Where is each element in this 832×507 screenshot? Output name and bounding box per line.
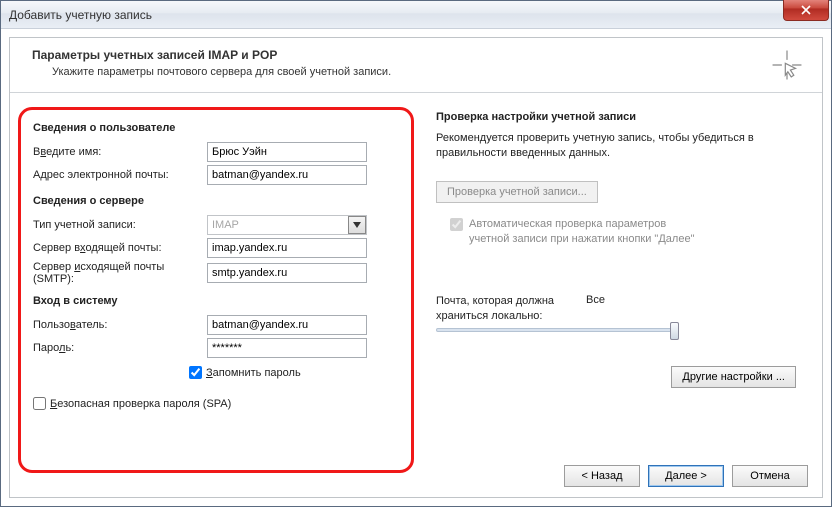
server-info-heading: Сведения о сервере xyxy=(33,195,399,207)
account-type-label: Тип учетной записи: xyxy=(33,219,207,231)
test-account-button[interactable]: Проверка учетной записи... xyxy=(436,181,598,203)
name-input[interactable] xyxy=(207,142,367,162)
next-button[interactable]: Далее > xyxy=(648,465,724,487)
back-button[interactable]: < Назад xyxy=(564,465,640,487)
username-input[interactable] xyxy=(207,315,367,335)
spa-label: Безопасная проверка пароля (SPA) xyxy=(50,398,231,410)
storage-value: Все xyxy=(586,294,605,324)
outgoing-server-label: Сервер исходящей почты (SMTP): xyxy=(33,261,207,285)
email-input[interactable] xyxy=(207,165,367,185)
highlighted-settings-panel: Сведения о пользователе Введите имя: Адр… xyxy=(18,107,414,473)
auto-test-label: Автоматическая проверка параметров учетн… xyxy=(469,217,709,247)
storage-label: Почта, которая должна храниться локально… xyxy=(436,294,586,324)
window-title: Добавить учетную запись xyxy=(9,8,152,22)
cursor-arrow-icon xyxy=(770,48,804,82)
close-icon xyxy=(801,5,811,15)
username-label: Пользователь: xyxy=(33,319,207,331)
password-input[interactable] xyxy=(207,338,367,358)
slider-thumb[interactable] xyxy=(670,322,679,340)
more-settings-button[interactable]: Другие настройки ... xyxy=(671,366,796,388)
dialog-window: Добавить учетную запись Параметры учетны… xyxy=(0,0,832,507)
right-panel: Проверка настройки учетной записи Рекоме… xyxy=(414,107,804,473)
spa-checkbox[interactable] xyxy=(33,397,46,410)
storage-slider[interactable] xyxy=(436,328,676,332)
account-type-select[interactable]: IMAP xyxy=(207,215,367,235)
email-label: Адрес электронной почты: xyxy=(33,169,207,181)
test-heading: Проверка настройки учетной записи xyxy=(436,111,804,123)
dialog-body: Параметры учетных записей IMAP и POP Ука… xyxy=(9,37,823,498)
remember-password-label: Запомнить пароль xyxy=(206,367,301,379)
name-label: Введите имя: xyxy=(33,146,207,158)
header-subtitle: Укажите параметры почтового сервера для … xyxy=(52,66,770,78)
login-heading: Вход в систему xyxy=(33,295,399,307)
dialog-header: Параметры учетных записей IMAP и POP Ука… xyxy=(10,38,822,93)
close-button[interactable] xyxy=(783,0,829,21)
auto-test-checkbox xyxy=(450,218,463,231)
password-label: Пароль: xyxy=(33,342,207,354)
test-description: Рекомендуется проверить учетную запись, … xyxy=(436,131,804,161)
outgoing-server-input[interactable] xyxy=(207,263,367,283)
user-info-heading: Сведения о пользователе xyxy=(33,122,399,134)
header-title: Параметры учетных записей IMAP и POP xyxy=(32,48,770,62)
remember-password-checkbox[interactable] xyxy=(189,366,202,379)
title-bar: Добавить учетную запись xyxy=(1,1,831,29)
incoming-server-input[interactable] xyxy=(207,238,367,258)
incoming-server-label: Сервер входящей почты: xyxy=(33,242,207,254)
cancel-button[interactable]: Отмена xyxy=(732,465,808,487)
dialog-footer: < Назад Далее > Отмена xyxy=(564,465,808,487)
